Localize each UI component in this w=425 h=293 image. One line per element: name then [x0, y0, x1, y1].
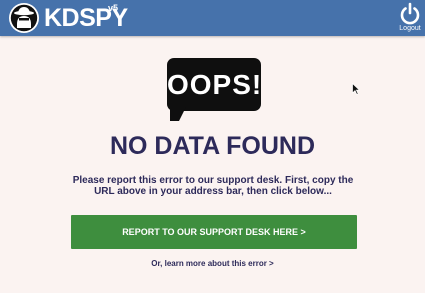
logout-button[interactable]: Logout [397, 2, 423, 35]
mouse-cursor-icon [352, 83, 360, 95]
logout-label: Logout [399, 25, 421, 32]
learn-more-link[interactable]: Or, learn more about this error > [0, 259, 425, 269]
error-title: NO DATA FOUND [109, 132, 316, 160]
oops-badge-text: OOPS! [167, 69, 263, 100]
error-message: Please report this error to our support … [72, 175, 354, 197]
power-icon [400, 2, 420, 25]
top-bar: KDSPY v5 Logout [0, 0, 425, 36]
version-label: v5 [108, 3, 119, 13]
spy-logo-icon[interactable] [8, 2, 40, 34]
report-support-button[interactable]: REPORT TO OUR SUPPORT DESK HERE > [71, 215, 357, 249]
